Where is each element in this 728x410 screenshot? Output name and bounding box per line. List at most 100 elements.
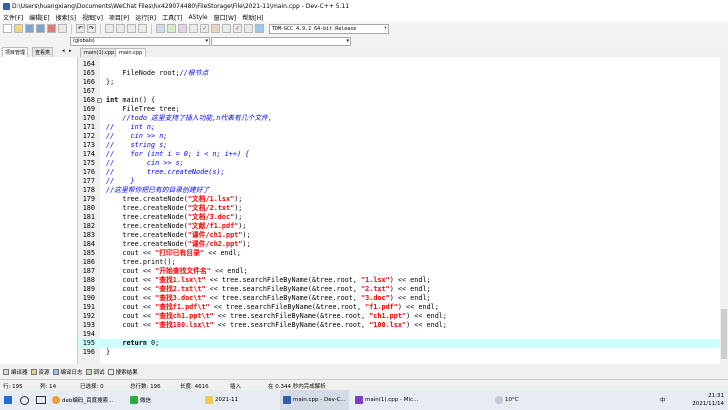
code-editor[interactable]: 164 165 FileNode root;//根节点 166}; 167 168− in… xyxy=(78,57,720,364)
profile-icon[interactable] xyxy=(222,24,231,33)
code-line[interactable]: 190 cout << "查找3.doc\t" << tree.searchFi… xyxy=(78,294,720,303)
save-all-icon[interactable] xyxy=(36,24,45,33)
taskbar-item-browser[interactable]: deb编码_百度搜索... xyxy=(52,390,113,410)
start-icon[interactable] xyxy=(4,390,12,410)
taskbar-item-folder[interactable]: 2021-11 xyxy=(205,390,238,410)
menu-search[interactable]: 搜索[S] xyxy=(53,13,80,22)
code-line[interactable]: 188 cout << "查找1.lsx\t" << tree.searchFi… xyxy=(78,276,720,285)
compiler-select[interactable]: TDM-GCC 4.9.2 64-bit Release ▾ xyxy=(269,23,389,34)
run-icon[interactable] xyxy=(167,24,176,33)
replace-icon[interactable] xyxy=(116,24,125,33)
open-file-icon[interactable] xyxy=(14,24,23,33)
code-line[interactable]: 168− int main() { xyxy=(78,96,720,105)
menu-astyle[interactable]: AStyle xyxy=(185,14,210,21)
code-line[interactable]: 195 return 0; xyxy=(78,339,720,348)
code-line[interactable]: 177 // } xyxy=(78,177,720,186)
code-line[interactable]: 178 //这里帮你把已有的目录创建好了 xyxy=(78,186,720,195)
chevron-right-icon[interactable]: ▸ xyxy=(69,48,72,54)
code-line[interactable]: 179 tree.createNode("文档/1.lsx"); xyxy=(78,195,720,204)
chart-icon[interactable] xyxy=(255,24,264,33)
tab-search-results[interactable]: 搜索结果 xyxy=(107,368,138,376)
code-line[interactable]: 185 cout << "打印已有目录" << endl; xyxy=(78,249,720,258)
find-icon[interactable] xyxy=(105,24,114,33)
scrollbar-thumb[interactable] xyxy=(721,309,727,359)
debug-icon[interactable] xyxy=(211,24,220,33)
goto-line-icon[interactable] xyxy=(138,24,147,33)
editor-tab-main1[interactable]: main(1).cpp xyxy=(80,48,119,57)
fold-toggle-icon[interactable]: − xyxy=(97,98,102,103)
code-line[interactable]: 170 //todo 这里支持了插入功能,n代表有几个文件, xyxy=(78,114,720,123)
function-select[interactable]: ▾ xyxy=(211,36,351,46)
ime-indicator[interactable]: 中 xyxy=(660,390,666,410)
weather-widget[interactable]: 10°C xyxy=(495,390,519,410)
editor-vertical-scrollbar[interactable] xyxy=(720,57,728,364)
taskbar-item-wechat[interactable]: 微信 xyxy=(130,390,151,410)
code-line[interactable]: 196} xyxy=(78,348,720,357)
code-line[interactable]: 167 xyxy=(78,87,720,96)
code-line[interactable]: 175 // cin >> s; xyxy=(78,159,720,168)
toggle-bookmark-icon[interactable]: ✓ xyxy=(233,24,242,33)
code-line[interactable]: 183 tree.createNode("课件/ch1.ppt"); xyxy=(78,231,720,240)
tab-class-browser[interactable]: 查看类 xyxy=(32,47,54,57)
tab-compile-log[interactable]: 编译日志 xyxy=(52,368,83,376)
menu-project[interactable]: 项目[P] xyxy=(106,13,132,22)
code-line[interactable]: 180 tree.createNode("文档/2.txt"); xyxy=(78,204,720,213)
close-file-icon[interactable] xyxy=(47,24,56,33)
code-line[interactable]: 189 cout << "查找2.txt\t" << tree.searchFi… xyxy=(78,285,720,294)
compile-icon[interactable] xyxy=(156,24,165,33)
code-line[interactable]: 182 tree.createNode("文献/f1.pdf"); xyxy=(78,222,720,231)
tab-debug[interactable]: 调试 xyxy=(85,368,105,376)
menu-run[interactable]: 运行[R] xyxy=(132,13,159,22)
chevron-left-icon[interactable]: ◂ xyxy=(62,48,65,54)
code-line[interactable]: 186 tree.print(); xyxy=(78,258,720,267)
code-line[interactable]: 165 FileNode root;//根节点 xyxy=(78,69,720,78)
menu-tools[interactable]: 工具[T] xyxy=(159,13,185,22)
compile-run-icon[interactable] xyxy=(178,24,187,33)
code-line[interactable]: 194 xyxy=(78,330,720,339)
syntax-check-icon[interactable]: ✓ xyxy=(200,24,209,33)
undo-icon[interactable]: ↶ xyxy=(76,24,85,33)
editor-tab-main[interactable]: main.cpp xyxy=(115,48,147,57)
code-text: tree.createNode("文档/3.doc"); xyxy=(106,213,243,221)
code-line[interactable]: 192 cout << "查找ch1.ppt\t" << tree.search… xyxy=(78,312,720,321)
rebuild-icon[interactable] xyxy=(189,24,198,33)
menu-help[interactable]: 帮助[H] xyxy=(239,13,266,22)
menu-file[interactable]: 文件[F] xyxy=(0,13,26,22)
code-line[interactable]: 171 // int n; xyxy=(78,123,720,132)
code-line[interactable]: 174 // for (int i = 0; i < n; i++) { xyxy=(78,150,720,159)
redo-icon[interactable]: ↷ xyxy=(87,24,96,33)
project-panel[interactable] xyxy=(0,57,78,364)
system-clock[interactable]: 21:31 2021/11/14 xyxy=(692,392,724,408)
code-line[interactable]: 169 FileTree tree; xyxy=(78,105,720,114)
code-line[interactable]: 193 cout << "查找100.lsx\t" << tree.search… xyxy=(78,321,720,330)
task-view-icon[interactable] xyxy=(36,390,46,410)
new-file-icon[interactable] xyxy=(3,24,12,33)
taskbar-item-devcpp[interactable]: main.cpp - Dev-C... xyxy=(280,390,349,410)
search-icon[interactable] xyxy=(20,390,29,410)
code-line[interactable]: 164 xyxy=(78,60,720,69)
code-line[interactable]: 173 // string s; xyxy=(78,141,720,150)
print-icon[interactable] xyxy=(58,24,67,33)
find-next-icon[interactable] xyxy=(127,24,136,33)
line-number: 184 xyxy=(82,240,95,248)
menu-edit[interactable]: 编辑[E] xyxy=(26,13,52,22)
tab-project-manager[interactable]: 项目管理 xyxy=(2,47,29,57)
code-line[interactable]: 166}; xyxy=(78,78,720,87)
code-line[interactable]: 176 // tree.createNode(s); xyxy=(78,168,720,177)
line-number: 195 xyxy=(82,339,95,347)
tab-compiler[interactable]: 编译器 xyxy=(3,368,28,376)
code-line[interactable]: 184 tree.createNode("课件/ch2.ppt"); xyxy=(78,240,720,249)
code-line[interactable]: 172 // cin >> n; xyxy=(78,132,720,141)
tab-resources[interactable]: 资源 xyxy=(30,368,50,376)
menu-window[interactable]: 窗口[W] xyxy=(211,13,240,22)
save-icon[interactable] xyxy=(25,24,34,33)
scope-select[interactable]: (globals) ▾ xyxy=(70,36,210,46)
line-number: 180 xyxy=(82,204,95,212)
code-line[interactable]: 191 cout << "查找f1.pdf\t" << tree.searchF… xyxy=(78,303,720,312)
taskbar-item-visual-studio[interactable]: main(1).cpp - Mic... xyxy=(355,390,418,410)
code-line[interactable]: 187 cout << "开始查找文件名" << endl; xyxy=(78,267,720,276)
options-icon[interactable] xyxy=(244,24,253,33)
menu-view[interactable]: 视图[V] xyxy=(79,13,106,22)
line-number: 174 xyxy=(82,150,95,158)
code-line[interactable]: 181 tree.createNode("文档/3.doc"); xyxy=(78,213,720,222)
